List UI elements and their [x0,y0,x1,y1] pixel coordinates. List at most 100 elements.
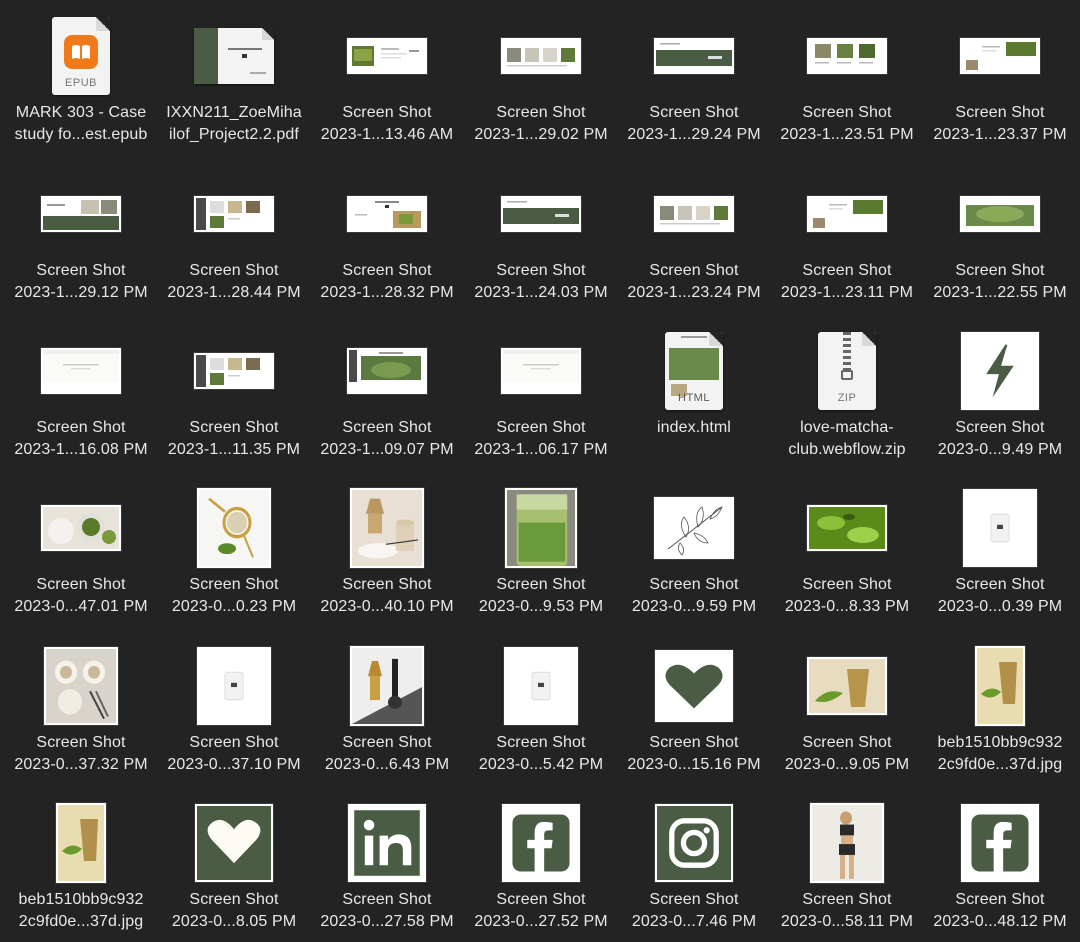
file-thumbnail[interactable] [312,325,462,417]
file-name-label[interactable]: Screen Shot 2023-1...06.17 PM [466,417,616,460]
file-name-label[interactable]: Screen Shot 2023-1...23.37 PM [925,102,1075,145]
file-thumbnail[interactable] [619,10,769,102]
file-name-label[interactable]: Screen Shot 2023-1...09.07 PM [312,417,462,460]
file-thumbnail[interactable] [925,10,1075,102]
file-name-label[interactable]: Screen Shot 2023-0...37.10 PM [159,732,309,775]
file-item[interactable]: ZIP love-matcha-club.webflow.zip [772,325,922,475]
file-thumbnail[interactable] [312,168,462,260]
file-name-label[interactable]: Screen Shot 2023-0...40.10 PM [312,574,462,617]
file-name-label[interactable]: Screen Shot 2023-1...29.12 PM [6,260,156,303]
file-name-label[interactable]: Screen Shot 2023-0...8.05 PM [159,889,309,932]
file-name-label[interactable]: Screen Shot 2023-0...7.46 PM [619,889,769,932]
file-thumbnail[interactable] [6,482,156,574]
file-item[interactable]: Screen Shot 2023-0...9.59 PM [619,482,769,632]
file-thumbnail[interactable] [925,797,1075,889]
file-item[interactable]: Screen Shot 2023-0...9.53 PM [466,482,616,632]
file-thumbnail[interactable]: HTML [619,325,769,417]
file-thumbnail[interactable] [159,10,309,102]
file-name-label[interactable]: Screen Shot 2023-0...9.53 PM [466,574,616,617]
file-thumbnail[interactable] [619,168,769,260]
file-name-label[interactable]: Screen Shot 2023-0...5.42 PM [466,732,616,775]
file-name-label[interactable]: love-matcha-club.webflow.zip [772,417,922,460]
file-name-label[interactable]: Screen Shot 2023-1...28.44 PM [159,260,309,303]
file-thumbnail[interactable] [466,482,616,574]
file-thumbnail[interactable] [619,640,769,732]
file-name-label[interactable]: IXXN211_ZoeMiha ilof_Project2.2.pdf [159,102,309,145]
file-item[interactable]: Screen Shot 2023-0...8.33 PM [772,482,922,632]
file-thumbnail[interactable] [6,797,156,889]
file-item[interactable]: Screen Shot 2023-0...5.42 PM [466,640,616,790]
file-thumbnail[interactable] [159,797,309,889]
file-thumbnail[interactable] [312,482,462,574]
file-item[interactable]: Screen Shot 2023-1...23.51 PM [772,10,922,160]
file-item[interactable]: Screen Shot 2023-1...22.55 PM [925,168,1075,318]
file-item[interactable]: IXXN211_ZoeMiha ilof_Project2.2.pdf [159,10,309,160]
file-name-label[interactable]: Screen Shot 2023-0...27.52 PM [466,889,616,932]
file-item[interactable]: Screen Shot 2023-1...23.37 PM [925,10,1075,160]
file-item[interactable]: beb1510bb9c932 2c9fd0e...37d.jpg [925,640,1075,790]
file-item[interactable]: Screen Shot 2023-0...9.49 PM [925,325,1075,475]
file-item[interactable]: Screen Shot 2023-1...29.24 PM [619,10,769,160]
file-thumbnail[interactable] [466,168,616,260]
file-thumbnail[interactable] [772,168,922,260]
file-name-label[interactable]: Screen Shot 2023-0...9.59 PM [619,574,769,617]
file-name-label[interactable]: index.html [619,417,769,439]
file-item[interactable]: HTML index.html [619,325,769,475]
file-name-label[interactable]: Screen Shot 2023-0...0.23 PM [159,574,309,617]
file-thumbnail[interactable] [925,325,1075,417]
file-thumbnail[interactable] [772,482,922,574]
file-item[interactable]: Screen Shot 2023-1...06.17 PM [466,325,616,475]
file-item[interactable]: Screen Shot 2023-0...8.05 PM [159,797,309,942]
file-item[interactable]: Screen Shot 2023-0...15.16 PM [619,640,769,790]
file-item[interactable]: Screen Shot 2023-1...16.08 PM [6,325,156,475]
file-thumbnail[interactable] [466,797,616,889]
file-name-label[interactable]: Screen Shot 2023-0...58.11 PM [772,889,922,932]
file-item[interactable]: Screen Shot 2023-1...23.24 PM [619,168,769,318]
file-thumbnail[interactable] [925,640,1075,732]
file-name-label[interactable]: Screen Shot 2023-0...47.01 PM [6,574,156,617]
file-item[interactable]: Screen Shot 2023-1...23.11 PM [772,168,922,318]
file-item[interactable]: Screen Shot 2023-0...48.12 PM [925,797,1075,942]
file-thumbnail[interactable] [159,640,309,732]
file-thumbnail[interactable] [6,640,156,732]
file-name-label[interactable]: Screen Shot 2023-1...16.08 PM [6,417,156,460]
file-item[interactable]: Screen Shot 2023-0...7.46 PM [619,797,769,942]
file-name-label[interactable]: Screen Shot 2023-1...24.03 PM [466,260,616,303]
file-name-label[interactable]: Screen Shot 2023-0...0.39 PM [925,574,1075,617]
file-item[interactable]: Screen Shot 2023-0...27.58 PM [312,797,462,942]
file-name-label[interactable]: Screen Shot 2023-1...23.11 PM [772,260,922,303]
file-name-label[interactable]: beb1510bb9c932 2c9fd0e...37d.jpg [925,732,1075,775]
file-name-label[interactable]: Screen Shot 2023-1...29.24 PM [619,102,769,145]
file-name-label[interactable]: Screen Shot 2023-0...37.32 PM [6,732,156,775]
file-item[interactable]: Screen Shot 2023-1...28.32 PM [312,168,462,318]
file-item[interactable]: Screen Shot 2023-1...09.07 PM [312,325,462,475]
file-item[interactable]: Screen Shot 2023-0...40.10 PM [312,482,462,632]
file-item[interactable]: Screen Shot 2023-0...58.11 PM [772,797,922,942]
file-thumbnail[interactable] [6,325,156,417]
file-thumbnail[interactable] [619,482,769,574]
file-thumbnail[interactable] [159,168,309,260]
file-name-label[interactable]: Screen Shot 2023-0...9.05 PM [772,732,922,775]
file-name-label[interactable]: Screen Shot 2023-0...9.49 PM [925,417,1075,460]
file-name-label[interactable]: Screen Shot 2023-1...23.24 PM [619,260,769,303]
file-name-label[interactable]: MARK 303 - Case study fo...est.epub [6,102,156,145]
file-item[interactable]: Screen Shot 2023-1...29.02 PM [466,10,616,160]
file-item[interactable]: Screen Shot 2023-0...27.52 PM [466,797,616,942]
file-item[interactable]: Screen Shot 2023-0...0.23 PM [159,482,309,632]
file-thumbnail[interactable] [159,325,309,417]
file-name-label[interactable]: Screen Shot 2023-0...48.12 PM [925,889,1075,932]
file-item[interactable]: Screen Shot 2023-0...0.39 PM [925,482,1075,632]
file-thumbnail[interactable] [312,797,462,889]
file-name-label[interactable]: Screen Shot 2023-1...28.32 PM [312,260,462,303]
file-thumbnail[interactable] [925,482,1075,574]
file-name-label[interactable]: Screen Shot 2023-0...6.43 PM [312,732,462,775]
file-thumbnail[interactable] [466,10,616,102]
file-name-label[interactable]: Screen Shot 2023-1...11.35 PM [159,417,309,460]
file-thumbnail[interactable] [619,797,769,889]
file-item[interactable]: Screen Shot 2023-0...9.05 PM [772,640,922,790]
file-item[interactable]: Screen Shot 2023-0...47.01 PM [6,482,156,632]
file-item[interactable]: Screen Shot 2023-1...11.35 PM [159,325,309,475]
file-thumbnail[interactable] [312,640,462,732]
file-thumbnail[interactable] [772,640,922,732]
file-thumbnail[interactable] [466,325,616,417]
